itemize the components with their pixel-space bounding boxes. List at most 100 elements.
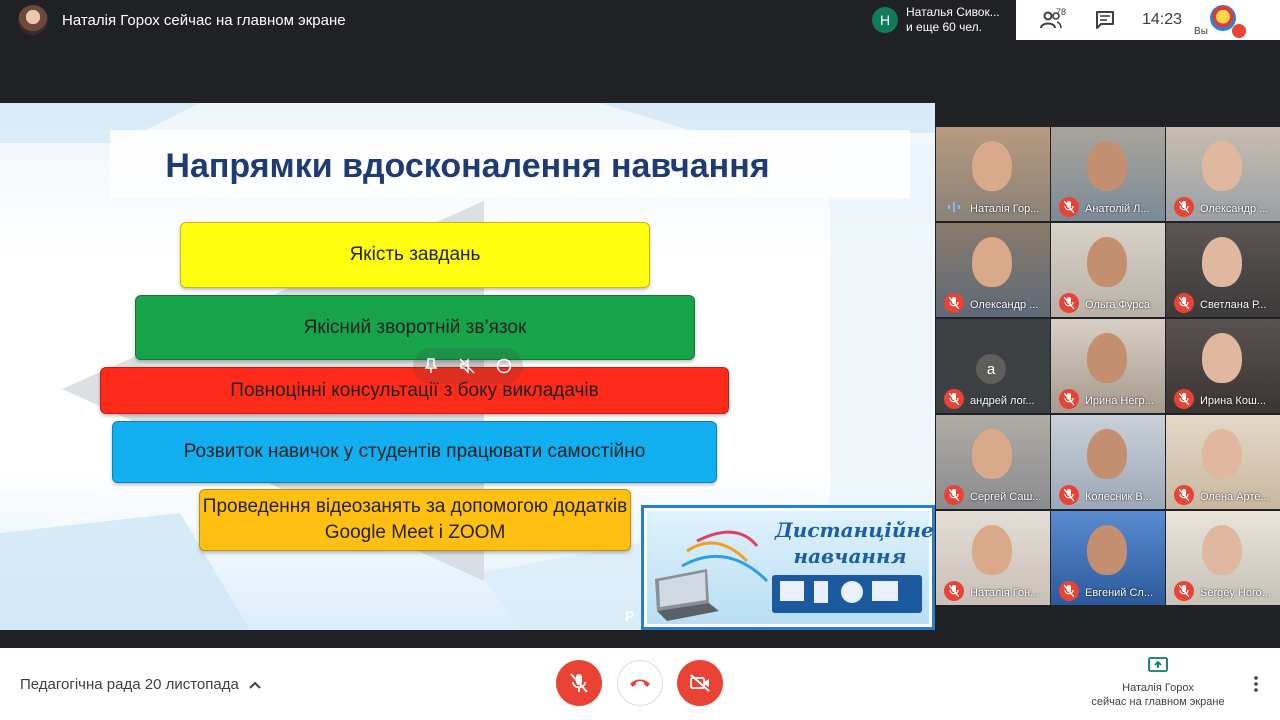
participant-name: андрей лог...	[970, 395, 1035, 407]
mic-off-icon	[1174, 581, 1194, 601]
remove-icon[interactable]	[496, 358, 512, 374]
participant-video	[1087, 333, 1127, 383]
present-line-2: сейчас на главном экране	[1091, 696, 1225, 708]
slide-title: Напрямки вдосконалення навчання	[165, 147, 770, 185]
mic-off-icon	[1232, 24, 1247, 38]
present-line-1: Наталія Горох	[1122, 682, 1194, 694]
bar-video-lessons: Проведення відеозанять за допомогою дода…	[199, 489, 631, 551]
participant-tile[interactable]: Светлана Р...	[1166, 223, 1280, 317]
participant-video	[972, 141, 1012, 191]
participant-tile[interactable]: Колесник В...	[1051, 415, 1165, 509]
participant-name: Сергей Саш...	[970, 491, 1042, 503]
participant-name: Евгений Сл...	[1085, 587, 1154, 599]
badge-line-1: Дистанційне	[775, 518, 934, 542]
meeting-details-button[interactable]: Педагогічна рада 20 листопада	[20, 676, 261, 693]
participant-tile[interactable]: а андрей лог...	[936, 319, 1050, 413]
participant-video	[1087, 429, 1127, 479]
participant-video	[1087, 237, 1127, 287]
participant-tile[interactable]: Наталія Гор...	[936, 127, 1050, 221]
join-line-2: и еще 60 чел.	[906, 20, 983, 34]
mic-off-icon	[944, 581, 964, 601]
bar-skills: Розвиток навичок у студентів працювати с…	[112, 421, 717, 483]
badge-line-2: навчання	[793, 544, 907, 568]
badge-background: Дистанційне навчання	[647, 511, 934, 624]
more-options-button[interactable]	[1246, 672, 1266, 696]
chat-button[interactable]	[1090, 5, 1120, 35]
presenter-avatar	[18, 5, 48, 35]
slide-corner-text: P	[625, 608, 635, 624]
join-notification[interactable]: Н Наталья Сивок... и еще 60 чел.	[866, 0, 1016, 40]
presenting-indicator-button[interactable]: Наталія Горох сейчас на главном экране	[1085, 656, 1231, 709]
mic-off-icon	[1059, 485, 1079, 505]
participant-tile[interactable]: Олена Арте...	[1166, 415, 1280, 509]
participant-video	[1202, 333, 1242, 383]
participant-video	[1202, 141, 1242, 191]
mic-off-icon	[1174, 197, 1194, 217]
participant-video	[1202, 429, 1242, 479]
presenter-title: Наталія Горох сейчас на главном экране	[62, 11, 346, 29]
participant-video	[1087, 525, 1127, 575]
join-avatar: Н	[872, 7, 898, 33]
participant-tile[interactable]: Sergey Horo...	[1166, 511, 1280, 605]
camera-toggle-button[interactable]	[677, 660, 723, 706]
bar-quality-tasks: Якість завдань	[180, 222, 650, 288]
participant-tile[interactable]: Ольга Фурса	[1051, 223, 1165, 317]
participant-tile[interactable]: Ирина Негр...	[1051, 319, 1165, 413]
mic-off-icon	[1059, 197, 1079, 217]
self-label: Вы	[1194, 26, 1208, 37]
presentation-slide: Напрямки вдосконалення навчання Якість з…	[0, 103, 935, 630]
mic-off-icon	[1174, 485, 1194, 505]
chevron-up-icon	[249, 681, 261, 689]
participant-video	[1202, 237, 1242, 287]
participant-name: Олександр ...	[1200, 203, 1269, 215]
pin-icon[interactable]	[424, 358, 438, 374]
badge-text: Дистанційне навчання	[775, 517, 934, 569]
chat-icon	[1096, 11, 1114, 29]
camera-off-icon	[690, 674, 710, 692]
mic-off-icon	[1174, 389, 1194, 409]
participant-tile[interactable]: Сергей Саш...	[936, 415, 1050, 509]
participant-tile[interactable]: Олександр ...	[1166, 127, 1280, 221]
participant-video	[1202, 525, 1242, 575]
people-count: 78	[1056, 7, 1067, 17]
join-text: Наталья Сивок... и еще 60 чел.	[906, 5, 1000, 35]
self-indicator[interactable]: Вы	[1194, 0, 1247, 40]
bar-feedback: Якісний зворотній зв’язок	[135, 295, 695, 360]
participant-video	[972, 525, 1012, 575]
participant-name: Олександр ...	[970, 299, 1039, 311]
leave-call-button[interactable]	[617, 660, 663, 706]
bottom-bar: Педагогічна рада 20 листопада Наталія Го…	[0, 648, 1280, 720]
microphone-toggle-button[interactable]	[556, 660, 602, 706]
presentation-hover-controls	[413, 348, 523, 384]
participant-name: Наталія Гон...	[970, 587, 1040, 599]
participant-name: Анатолій Л...	[1085, 203, 1150, 215]
participant-video	[972, 429, 1012, 479]
participant-name: Светлана Р...	[1200, 299, 1267, 311]
mute-presenter-icon[interactable]	[459, 358, 475, 374]
presenter-header: Наталія Горох сейчас на главном экране	[18, 5, 346, 35]
top-right-panel: Н Наталья Сивок... и еще 60 чел. 78 14:2…	[866, 0, 1280, 40]
speaking-indicator-icon	[944, 197, 964, 217]
participant-tile[interactable]: Наталія Гон...	[936, 511, 1050, 605]
participant-name: Ирина Кош...	[1200, 395, 1266, 407]
participant-name: Олена Арте...	[1200, 491, 1270, 503]
participant-video	[1087, 141, 1127, 191]
mic-off-icon	[944, 389, 964, 409]
more-vertical-icon	[1254, 676, 1258, 692]
participant-tile[interactable]: Олександр ...	[936, 223, 1050, 317]
mic-off-icon	[1059, 389, 1079, 409]
present-screen-icon	[1148, 657, 1168, 672]
participant-tile[interactable]: Ирина Кош...	[1166, 319, 1280, 413]
mic-off-icon	[944, 293, 964, 313]
mic-off-icon	[944, 485, 964, 505]
join-line-1: Наталья Сивок...	[906, 5, 1000, 19]
hang-up-icon	[630, 679, 650, 687]
participant-name: Ольга Фурса	[1085, 299, 1151, 311]
people-button[interactable]: 78	[1034, 5, 1068, 35]
participant-video	[972, 237, 1012, 287]
clock: 14:23	[1142, 11, 1183, 28]
mic-off-icon	[1059, 293, 1079, 313]
participant-tile[interactable]: Евгений Сл...	[1051, 511, 1165, 605]
meeting-title: Педагогічна рада 20 листопада	[20, 676, 239, 693]
participant-tile[interactable]: Анатолій Л...	[1051, 127, 1165, 221]
